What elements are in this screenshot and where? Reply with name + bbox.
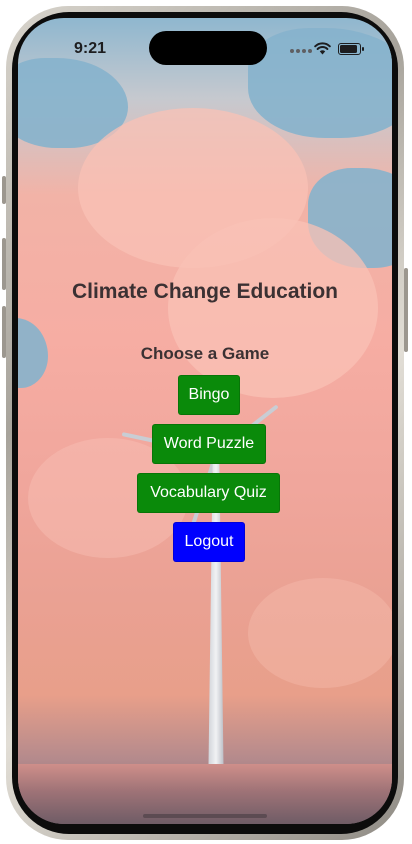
battery-icon <box>338 43 364 55</box>
power-button <box>404 268 408 352</box>
volume-up-button <box>2 238 6 290</box>
background-cloud <box>168 218 378 398</box>
volume-down-button <box>2 306 6 358</box>
status-time: 9:21 <box>74 40 107 57</box>
action-button <box>2 176 6 204</box>
app-screen: 9:21 Climate Change Education Choose a G… <box>18 18 392 824</box>
page-title: Climate Change Education <box>71 280 339 303</box>
dynamic-island <box>149 31 267 65</box>
vocabulary-quiz-button[interactable]: Vocabulary Quiz <box>137 473 280 513</box>
wifi-icon <box>314 42 331 55</box>
bingo-button[interactable]: Bingo <box>178 375 240 415</box>
home-indicator[interactable] <box>143 814 267 818</box>
logout-button[interactable]: Logout <box>173 522 245 562</box>
section-heading: Choose a Game <box>140 344 270 363</box>
background-cloud <box>248 578 392 688</box>
word-puzzle-button[interactable]: Word Puzzle <box>152 424 266 464</box>
status-bar: 9:21 <box>18 18 392 72</box>
